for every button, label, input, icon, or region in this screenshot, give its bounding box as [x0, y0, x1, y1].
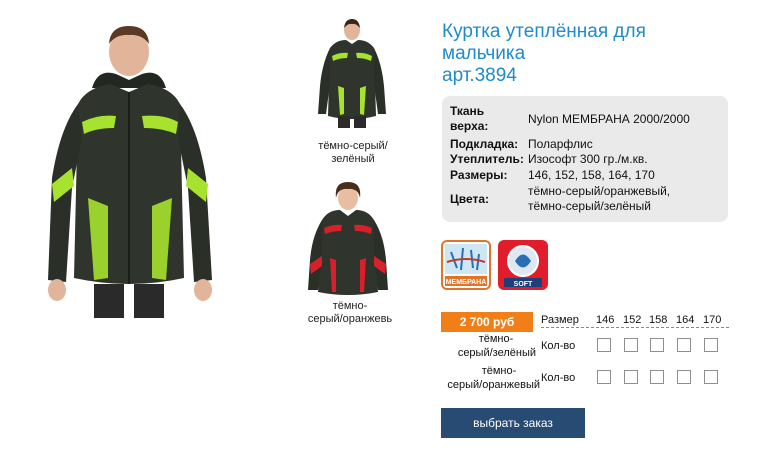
size-col-152: 152 — [623, 314, 642, 326]
qty-checkbox-green-158[interactable] — [650, 338, 664, 352]
thumbnail-caption: тёмно- серый/оранжевь — [297, 300, 403, 326]
membrana-badge-label: МЕМБРАНА — [445, 279, 487, 286]
thumbnail-caption-line: тёмно- — [332, 300, 368, 312]
size-col-146: 146 — [596, 314, 615, 326]
qty-checkbox-green-164[interactable] — [677, 338, 691, 352]
thumbnail-grey-green[interactable] — [312, 16, 392, 128]
spec-value-line: тёмно-серый/зелёный — [528, 199, 651, 213]
membrana-badge-icon: МЕМБРАНА — [441, 240, 491, 290]
spec-label-line: верха: — [450, 119, 489, 133]
spec-label-lining: Подкладка: — [450, 137, 519, 151]
spec-label-sizes: Размеры: — [450, 168, 508, 182]
size-col-164: 164 — [676, 314, 695, 326]
spec-label-line: Ткань — [450, 104, 485, 118]
order-row-color-label: тёмно- серый/оранжевый — [436, 364, 540, 392]
product-title-line: мальчика — [442, 43, 526, 64]
spec-label-colors: Цвета: — [450, 192, 490, 206]
specs-panel: Ткань верха: Nylon МЕМБРАНА 2000/2000 По… — [442, 96, 728, 222]
spec-value-colors: тёмно-серый/оранжевый, тёмно-серый/зелён… — [528, 184, 670, 214]
order-row-color-label: тёмно- серый/зелёный — [436, 332, 536, 360]
thumbnail-caption-line: зелёный — [331, 153, 375, 165]
thumbnail-caption-line: серый/оранжевь — [307, 313, 393, 325]
order-row-color-line: тёмно- — [478, 333, 514, 345]
qty-checkbox-green-146[interactable] — [597, 338, 611, 352]
size-header: Размер — [541, 314, 579, 326]
order-row-qty-label: Кол-во — [541, 340, 576, 352]
size-col-170: 170 — [703, 314, 722, 326]
product-title: Куртка утеплённая для мальчика арт.3894 — [442, 21, 742, 87]
soft-badge-icon: SOFT — [498, 240, 548, 290]
spec-value-insulation: Изософт 300 гр./м.кв. — [528, 152, 648, 166]
size-col-158: 158 — [649, 314, 668, 326]
qty-checkbox-orange-170[interactable] — [704, 370, 718, 384]
product-article: арт.3894 — [442, 65, 517, 86]
spec-value-lining: Поларфлис — [528, 137, 593, 151]
spec-value-fabric: Nylon МЕМБРАНА 2000/2000 — [528, 112, 690, 126]
order-row-color-line: серый/зелёный — [457, 347, 536, 359]
spec-value-sizes: 146, 152, 158, 164, 170 — [528, 168, 655, 182]
qty-checkbox-green-170[interactable] — [704, 338, 718, 352]
size-header-divider — [541, 327, 729, 328]
order-row-color-line: тёмно- — [481, 365, 517, 377]
order-row-color-line: серый/оранжевый — [447, 379, 540, 391]
spec-value-line: тёмно-серый/оранжевый, — [528, 184, 671, 198]
thumbnail-caption-line: тёмно-серый/ — [318, 140, 388, 152]
qty-checkbox-green-152[interactable] — [624, 338, 638, 352]
qty-checkbox-orange-152[interactable] — [624, 370, 638, 384]
product-title-line: Куртка утеплённая для — [442, 21, 646, 42]
thumbnail-grey-orange[interactable] — [302, 180, 394, 298]
qty-checkbox-orange-158[interactable] — [650, 370, 664, 384]
product-main-image — [48, 26, 212, 318]
spec-label-fabric: Ткань верха: — [450, 104, 488, 134]
qty-checkbox-orange-146[interactable] — [597, 370, 611, 384]
thumbnail-caption: тёмно-серый/ зелёный — [305, 140, 401, 166]
submit-order-button[interactable]: выбрать заказ — [441, 408, 585, 438]
qty-checkbox-orange-164[interactable] — [677, 370, 691, 384]
price-tag: 2 700 руб — [441, 312, 533, 332]
soft-badge-label: SOFT — [513, 281, 533, 288]
order-row-qty-label: Кол-во — [541, 372, 576, 384]
spec-label-insulation: Утеплитель: — [450, 152, 524, 166]
